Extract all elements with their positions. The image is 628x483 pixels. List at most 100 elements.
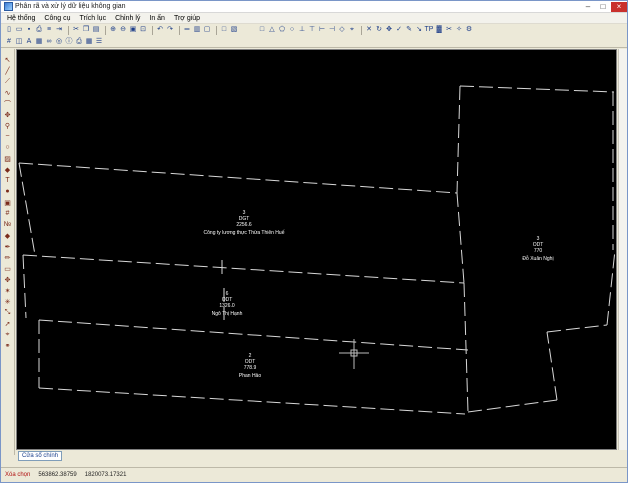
grid-label-icon[interactable]: # <box>3 209 12 218</box>
delete-x-icon[interactable]: ✕ <box>365 26 373 34</box>
star-icon[interactable]: ✶ <box>3 286 12 295</box>
link-icon[interactable]: ∞ <box>45 38 53 46</box>
brush-icon[interactable]: ✎ <box>405 26 413 34</box>
undo-icon[interactable]: ↶ <box>156 26 164 34</box>
grid-icon[interactable]: # <box>5 38 13 46</box>
status-y-coordinate: 1820073.17321 <box>84 472 127 478</box>
tab-main-window[interactable]: Cửa sổ chính <box>18 451 63 461</box>
line-icon[interactable]: ╱ <box>3 66 12 75</box>
zoom-extent-icon[interactable]: ⊡ <box>139 26 147 34</box>
crosshair-cursor-icon <box>339 339 369 369</box>
move-icon[interactable]: ✥ <box>385 26 393 34</box>
menu-trich-luc[interactable]: Trích lục <box>80 15 107 22</box>
split-line-icon[interactable]: ⊥ <box>298 26 306 34</box>
polygon-tool-icon[interactable]: ⬠ <box>278 26 286 34</box>
settings-icon[interactable]: ⚙ <box>465 26 473 34</box>
title-bar[interactable]: Phân rã và xử lý dữ liệu không gian – □ … <box>1 1 627 13</box>
redo-icon[interactable]: ↷ <box>166 26 174 34</box>
color-fill-icon[interactable]: ◆ <box>3 231 12 240</box>
parcel-area: 770 <box>534 248 543 254</box>
status-mode: Xóa chọn <box>5 472 31 478</box>
maximize-icon[interactable]: □ <box>596 2 610 12</box>
arc-icon[interactable]: ⌒ <box>3 99 12 108</box>
parcel-icon[interactable]: ▦ <box>35 38 43 46</box>
copy-icon[interactable]: ❐ <box>82 26 90 34</box>
scale-icon[interactable]: ⤡ <box>3 308 12 317</box>
wand-icon[interactable]: ✧ <box>455 26 463 34</box>
map-canvas[interactable]: 3 DGT 2256.6 Công ty lương thực Thừa Thi… <box>16 49 617 450</box>
triangle-tool-icon[interactable]: △ <box>268 26 276 34</box>
trim-icon[interactable]: ⊢ <box>318 26 326 34</box>
polyline-icon[interactable]: ⟋ <box>3 77 12 86</box>
circle-icon[interactable]: ○ <box>3 143 12 152</box>
curve-icon[interactable]: ∿ <box>3 88 12 97</box>
move-icon[interactable]: ✥ <box>3 275 12 284</box>
toolbar-separator <box>361 25 362 35</box>
close-icon[interactable]: × <box>611 1 627 12</box>
fill-icon[interactable]: ▓ <box>435 26 443 34</box>
target-icon[interactable]: ◎ <box>55 38 63 46</box>
zoom-icon[interactable]: ⚲ <box>3 121 12 130</box>
rotate-icon[interactable]: ↻ <box>375 26 383 34</box>
select-icon[interactable]: ▢ <box>203 26 211 34</box>
arrow-icon[interactable]: ➚ <box>3 319 12 328</box>
info-icon[interactable]: ⓘ <box>65 38 73 46</box>
menu-he-thong[interactable]: Hệ thống <box>7 15 35 22</box>
layers-icon[interactable]: ≡ <box>45 26 53 34</box>
zoom-window-icon[interactable]: ▣ <box>129 26 137 34</box>
menu-tro-giup[interactable]: Trợ giúp <box>174 15 200 22</box>
rect-delete-icon[interactable]: ▧ <box>230 26 238 34</box>
node-edit-icon[interactable]: ◆ <box>3 165 12 174</box>
explode-icon[interactable]: ✳ <box>3 297 12 306</box>
scissors-icon[interactable]: ✂ <box>445 26 453 34</box>
eraser-icon[interactable]: ▭ <box>3 264 12 273</box>
pen-icon[interactable]: ✒ <box>3 242 12 251</box>
menu-in-an[interactable]: In ấn <box>149 15 165 22</box>
extend-icon[interactable]: ⊣ <box>328 26 336 34</box>
circle-tool-icon[interactable]: ○ <box>288 26 296 34</box>
pan-icon[interactable]: ✥ <box>3 110 12 119</box>
minimize-icon[interactable]: – <box>581 2 595 12</box>
cut-icon[interactable]: ✂ <box>72 26 80 34</box>
export-icon[interactable]: ⇥ <box>55 26 63 34</box>
print-icon[interactable]: ⎙ <box>35 26 43 34</box>
parcel-number-icon[interactable]: № <box>3 220 12 229</box>
stamp-icon[interactable]: ▣ <box>3 198 12 207</box>
pencil-icon[interactable]: ✏ <box>3 253 12 262</box>
rect-select-icon[interactable]: □ <box>220 26 228 34</box>
vertical-scrollbar[interactable] <box>618 49 627 450</box>
spline-icon[interactable]: ~ <box>3 132 12 141</box>
node-icon[interactable]: ◇ <box>338 26 346 34</box>
snap-icon[interactable]: ⌖ <box>348 26 356 34</box>
parcel-owner: Đỗ Xuân Nghị <box>522 255 553 262</box>
zoom-in-icon[interactable]: ⊕ <box>109 26 117 34</box>
list-icon[interactable]: ☰ <box>95 38 103 46</box>
menu-chinh-ly[interactable]: Chỉnh lý <box>115 15 140 22</box>
menu-cong-cu[interactable]: Công cụ <box>44 15 70 22</box>
new-file-icon[interactable]: ▯ <box>5 26 13 34</box>
merge-icon[interactable]: ⊤ <box>308 26 316 34</box>
square-tool-icon[interactable]: □ <box>258 26 266 34</box>
zoom-out-icon[interactable]: ⊖ <box>119 26 127 34</box>
parcel-boundary <box>38 387 466 415</box>
paste-icon[interactable]: ▤ <box>92 26 100 34</box>
table-icon[interactable]: ▦ <box>85 38 93 46</box>
text-tool-icon[interactable]: TP <box>425 26 434 34</box>
save-icon[interactable]: ▪ <box>25 26 33 34</box>
paint-icon[interactable]: ● <box>3 187 12 196</box>
area-icon[interactable]: ▥ <box>193 26 201 34</box>
hatch-icon[interactable]: ▨ <box>3 154 12 163</box>
check-icon[interactable]: ✓ <box>395 26 403 34</box>
attach-icon[interactable]: ⚭ <box>3 341 12 350</box>
pointer-icon[interactable]: ↖ <box>3 55 12 64</box>
open-folder-icon[interactable]: ▭ <box>15 26 23 34</box>
color-picker-icon[interactable]: ↘ <box>415 26 423 34</box>
print-preview-icon[interactable]: ⎙ <box>75 38 83 46</box>
label-icon[interactable]: A <box>25 38 33 46</box>
parcel-boundary <box>463 282 469 413</box>
text-icon[interactable]: T <box>3 176 12 185</box>
layer-toggle-icon[interactable]: ◫ <box>15 38 23 46</box>
status-x-coordinate: 563862.38759 <box>38 472 77 478</box>
ruler-icon[interactable]: ═ <box>183 26 191 34</box>
snap-icon[interactable]: ⌖ <box>3 330 12 339</box>
